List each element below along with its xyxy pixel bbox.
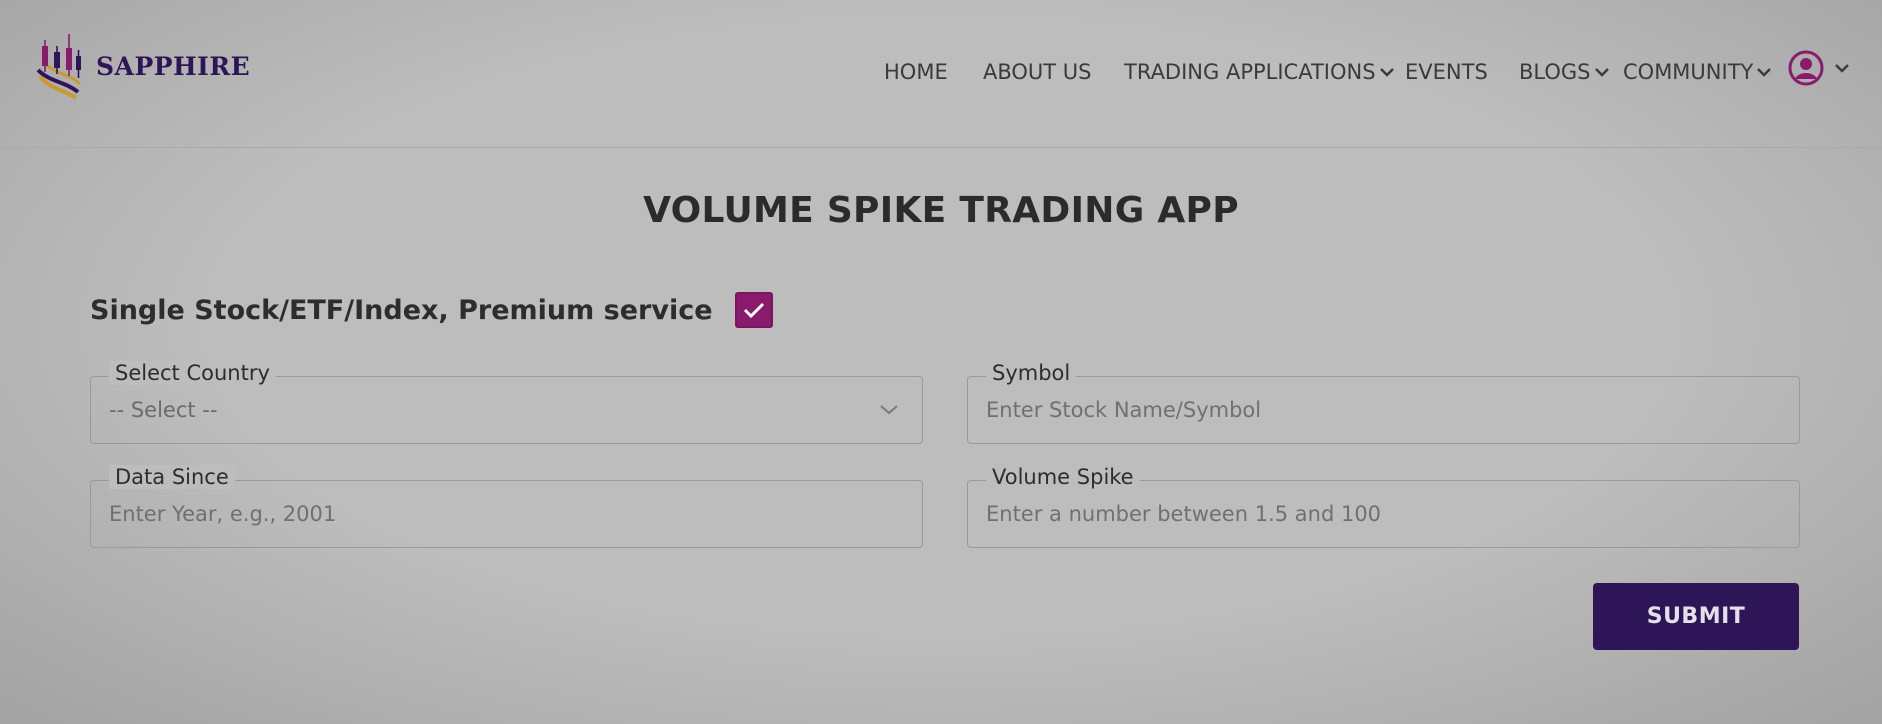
nav-community-label: COMMUNITY — [1623, 60, 1754, 84]
nav-blogs-label: BLOGS — [1519, 60, 1591, 84]
chevron-down-icon — [1757, 68, 1772, 77]
volume-spike-input[interactable] — [986, 502, 1766, 526]
chevron-down-icon — [1594, 68, 1609, 77]
user-avatar-icon — [1788, 50, 1824, 86]
nav-home[interactable]: HOME — [884, 52, 948, 92]
brand-name: SAPPHIRE — [96, 51, 251, 81]
nav-community[interactable]: COMMUNITY — [1623, 52, 1773, 92]
brand-logo[interactable]: SAPPHIRE — [34, 32, 250, 100]
nav-events-label: EVENTS — [1405, 60, 1488, 84]
page-title: VOLUME SPIKE TRADING APP — [643, 190, 1239, 231]
candlestick-logo-icon — [36, 34, 82, 100]
data-since-input[interactable] — [109, 502, 889, 526]
country-select[interactable]: Select Country -- Select -- — [90, 361, 923, 444]
chevron-down-icon — [1835, 64, 1849, 73]
site-header: SAPPHIRE HOME ABOUT US TRADING APPLICATI… — [0, 0, 1882, 148]
volume-spike-field: Volume Spike — [967, 465, 1800, 548]
nav-about-us-label: ABOUT US — [983, 60, 1092, 84]
nav-trading-applications-label: TRADING APPLICATIONS — [1124, 60, 1376, 84]
checkmark-icon — [743, 302, 764, 319]
premium-service-row: Single Stock/ETF/Index, Premium service — [90, 292, 773, 328]
country-select-value: -- Select -- — [109, 398, 218, 422]
premium-service-checkbox[interactable] — [734, 292, 773, 328]
data-since-field: Data Since — [90, 465, 923, 548]
nav-events[interactable]: EVENTS — [1405, 52, 1488, 92]
chevron-down-icon — [1379, 68, 1394, 77]
user-menu[interactable] — [1788, 50, 1852, 86]
symbol-input[interactable] — [986, 398, 1766, 422]
submit-button[interactable]: SUBMIT — [1593, 583, 1799, 650]
nav-trading-applications[interactable]: TRADING APPLICATIONS — [1124, 52, 1396, 92]
symbol-field: Symbol — [967, 361, 1800, 444]
nav-blogs[interactable]: BLOGS — [1519, 52, 1611, 92]
chevron-down-icon — [880, 405, 898, 415]
premium-service-label: Single Stock/ETF/Index, Premium service — [90, 294, 713, 326]
nav-about-us[interactable]: ABOUT US — [983, 52, 1092, 92]
nav-home-label: HOME — [884, 60, 948, 84]
